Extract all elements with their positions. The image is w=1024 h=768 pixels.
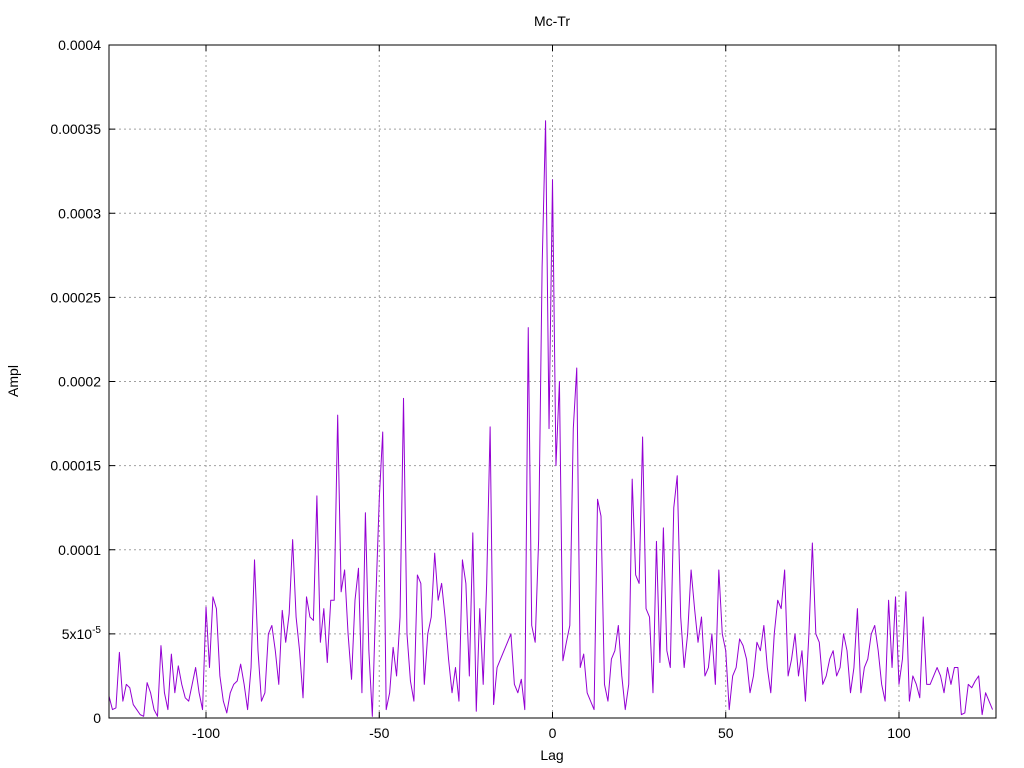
x-tick-label: -50 <box>369 725 389 741</box>
y-tick-label-text: 0.0002 <box>58 374 101 390</box>
y-tick-label-text: 0.0004 <box>58 37 101 53</box>
y-axis-label: Ampl <box>5 365 21 397</box>
y-tick-label: 0.00025 <box>50 289 101 305</box>
y-tick-label-text: 0.0003 <box>58 205 101 221</box>
x-axis-label: Lag <box>540 747 563 763</box>
y-tick-label: 0.0001 <box>58 542 101 558</box>
chart: -100 -50 0 50 100 0 5x10-5 0.0001 0.00015 0.0002… <box>0 0 1024 768</box>
y-tick-label: 0 <box>93 710 101 726</box>
x-tick-label: 100 <box>887 725 911 741</box>
y-tick-label-text: 0.00035 <box>50 121 101 137</box>
y-tick-label-text: 5x10 <box>62 626 93 642</box>
x-tick-label: 50 <box>718 725 734 741</box>
y-tick-label-text: 0.00025 <box>50 289 101 305</box>
y-tick-label-exponent: -5 <box>92 625 101 636</box>
y-tick-label: 0.00015 <box>50 458 101 474</box>
y-tick-label-text: 0.00015 <box>50 458 101 474</box>
x-tick-label: 0 <box>549 725 557 741</box>
y-tick-label-text: 0 <box>93 710 101 726</box>
chart-title: Mc-Tr <box>534 13 570 29</box>
y-tick-label: 0.0003 <box>58 205 101 221</box>
x-tick-label: -100 <box>192 725 220 741</box>
y-tick-label: 0.0002 <box>58 374 101 390</box>
y-tick-label: 0.0004 <box>58 37 101 53</box>
y-tick-label-text: 0.0001 <box>58 542 101 558</box>
y-tick-label: 0.00035 <box>50 121 101 137</box>
